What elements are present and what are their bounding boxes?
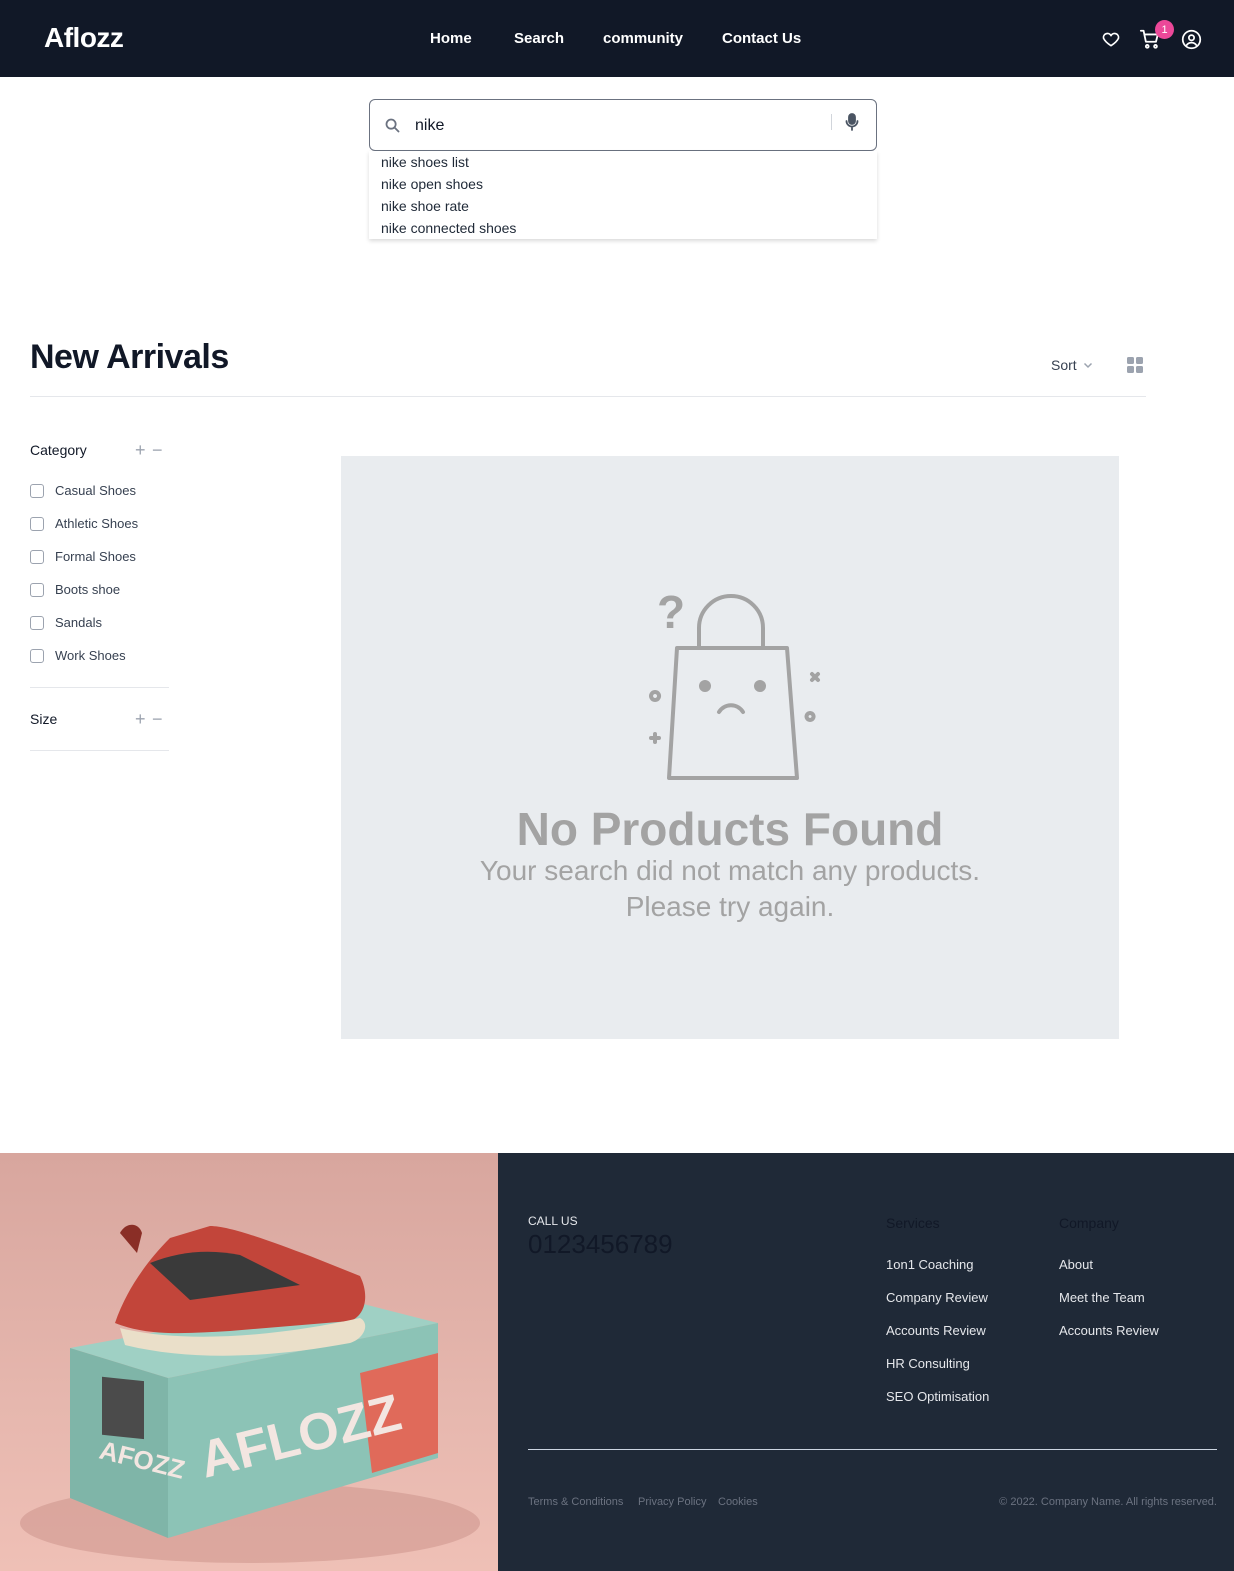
- user-account-icon[interactable]: [1178, 26, 1204, 52]
- empty-state-line: Please try again.: [625, 891, 835, 922]
- suggestion-item[interactable]: nike open shoes: [381, 176, 483, 192]
- category-label: Work Shoes: [55, 648, 126, 663]
- checkbox[interactable]: [30, 615, 44, 630]
- footer-product-image: AFLOZZ AFOZZ: [0, 1153, 498, 1571]
- microphone-icon[interactable]: [845, 113, 859, 136]
- minus-icon[interactable]: −: [152, 710, 163, 728]
- grid-view-icon[interactable]: [1127, 357, 1143, 378]
- category-label: Formal Shoes: [55, 549, 136, 564]
- footer-link[interactable]: SEO Optimisation: [886, 1389, 989, 1404]
- sort-label: Sort: [1051, 357, 1077, 373]
- svg-text:?: ?: [657, 588, 685, 638]
- phone-number[interactable]: 0123456789: [528, 1229, 673, 1260]
- minus-icon[interactable]: −: [152, 441, 163, 459]
- category-option[interactable]: Casual Shoes: [30, 483, 136, 498]
- divider: [30, 687, 169, 688]
- company-heading: Company: [1059, 1215, 1119, 1231]
- privacy-policy-link[interactable]: Privacy Policy: [638, 1496, 706, 1508]
- category-option[interactable]: Formal Shoes: [30, 549, 136, 564]
- suggestion-item[interactable]: nike shoes list: [381, 154, 469, 170]
- cookies-link[interactable]: Cookies: [718, 1496, 758, 1508]
- category-label: Boots shoe: [55, 582, 121, 597]
- category-label: Sandals: [55, 615, 102, 630]
- empty-state-message: Your search did not match any products. …: [341, 853, 1119, 925]
- empty-state-line: Your search did not match any products.: [479, 855, 981, 886]
- plus-icon[interactable]: +: [135, 710, 146, 728]
- services-heading: Services: [886, 1215, 940, 1231]
- category-option[interactable]: Work Shoes: [30, 648, 126, 663]
- empty-results-panel: ? No Products Found Your search did not …: [341, 456, 1119, 1039]
- category-label: Casual Shoes: [55, 483, 136, 498]
- nav-community[interactable]: community: [603, 30, 683, 47]
- empty-state-title: No Products Found: [516, 803, 944, 855]
- footer-link[interactable]: Accounts Review: [886, 1323, 986, 1338]
- cart-count-badge: 1: [1155, 20, 1174, 39]
- checkbox[interactable]: [30, 516, 44, 531]
- checkbox[interactable]: [30, 648, 44, 663]
- sad-shopping-bag-icon: ?: [649, 588, 820, 780]
- search-icon: [384, 117, 401, 139]
- divider: [528, 1449, 1217, 1450]
- category-option[interactable]: Boots shoe: [30, 582, 120, 597]
- checkbox[interactable]: [30, 582, 44, 597]
- chevron-down-icon: [1083, 357, 1093, 373]
- plus-icon[interactable]: +: [135, 441, 146, 459]
- search-bar: [369, 99, 877, 151]
- footer: CALL US 0123456789 Services 1on1 Coachin…: [498, 1153, 1234, 1571]
- footer-link[interactable]: Company Review: [886, 1290, 988, 1305]
- search-divider: [831, 114, 832, 130]
- nav-contact-us[interactable]: Contact Us: [722, 30, 801, 47]
- footer-link[interactable]: Accounts Review: [1059, 1323, 1159, 1338]
- footer-link[interactable]: Meet the Team: [1059, 1290, 1145, 1305]
- nav-home[interactable]: Home: [430, 30, 472, 47]
- size-filter-heading[interactable]: Size: [30, 711, 57, 727]
- category-option[interactable]: Sandals: [30, 615, 102, 630]
- suggestion-item[interactable]: nike connected shoes: [381, 220, 516, 236]
- search-input[interactable]: [415, 114, 815, 138]
- footer-link[interactable]: About: [1059, 1257, 1093, 1272]
- copyright-text: © 2022. Company Name. All rights reserve…: [999, 1496, 1217, 1508]
- category-filter-heading[interactable]: Category: [30, 442, 87, 458]
- search-suggestions: nike shoes list nike open shoes nike sho…: [369, 151, 877, 239]
- checkbox[interactable]: [30, 549, 44, 564]
- logo[interactable]: Aflozz: [44, 22, 124, 54]
- sort-dropdown[interactable]: Sort: [1051, 357, 1093, 373]
- footer-link[interactable]: HR Consulting: [886, 1356, 970, 1371]
- heart-icon[interactable]: [1098, 26, 1124, 52]
- divider: [30, 396, 1146, 397]
- call-us-label: CALL US: [528, 1214, 578, 1228]
- checkbox[interactable]: [30, 483, 44, 498]
- page-title: New Arrivals: [30, 338, 229, 376]
- top-navbar: Aflozz Home Search community Contact Us: [0, 0, 1234, 77]
- category-label: Athletic Shoes: [55, 516, 139, 531]
- suggestion-item[interactable]: nike shoe rate: [381, 198, 469, 214]
- footer-link[interactable]: 1on1 Coaching: [886, 1257, 973, 1272]
- nav-search[interactable]: Search: [514, 30, 564, 47]
- divider: [30, 750, 169, 751]
- terms-link[interactable]: Terms & Conditions: [528, 1496, 623, 1508]
- category-option[interactable]: Athletic Shoes: [30, 516, 138, 531]
